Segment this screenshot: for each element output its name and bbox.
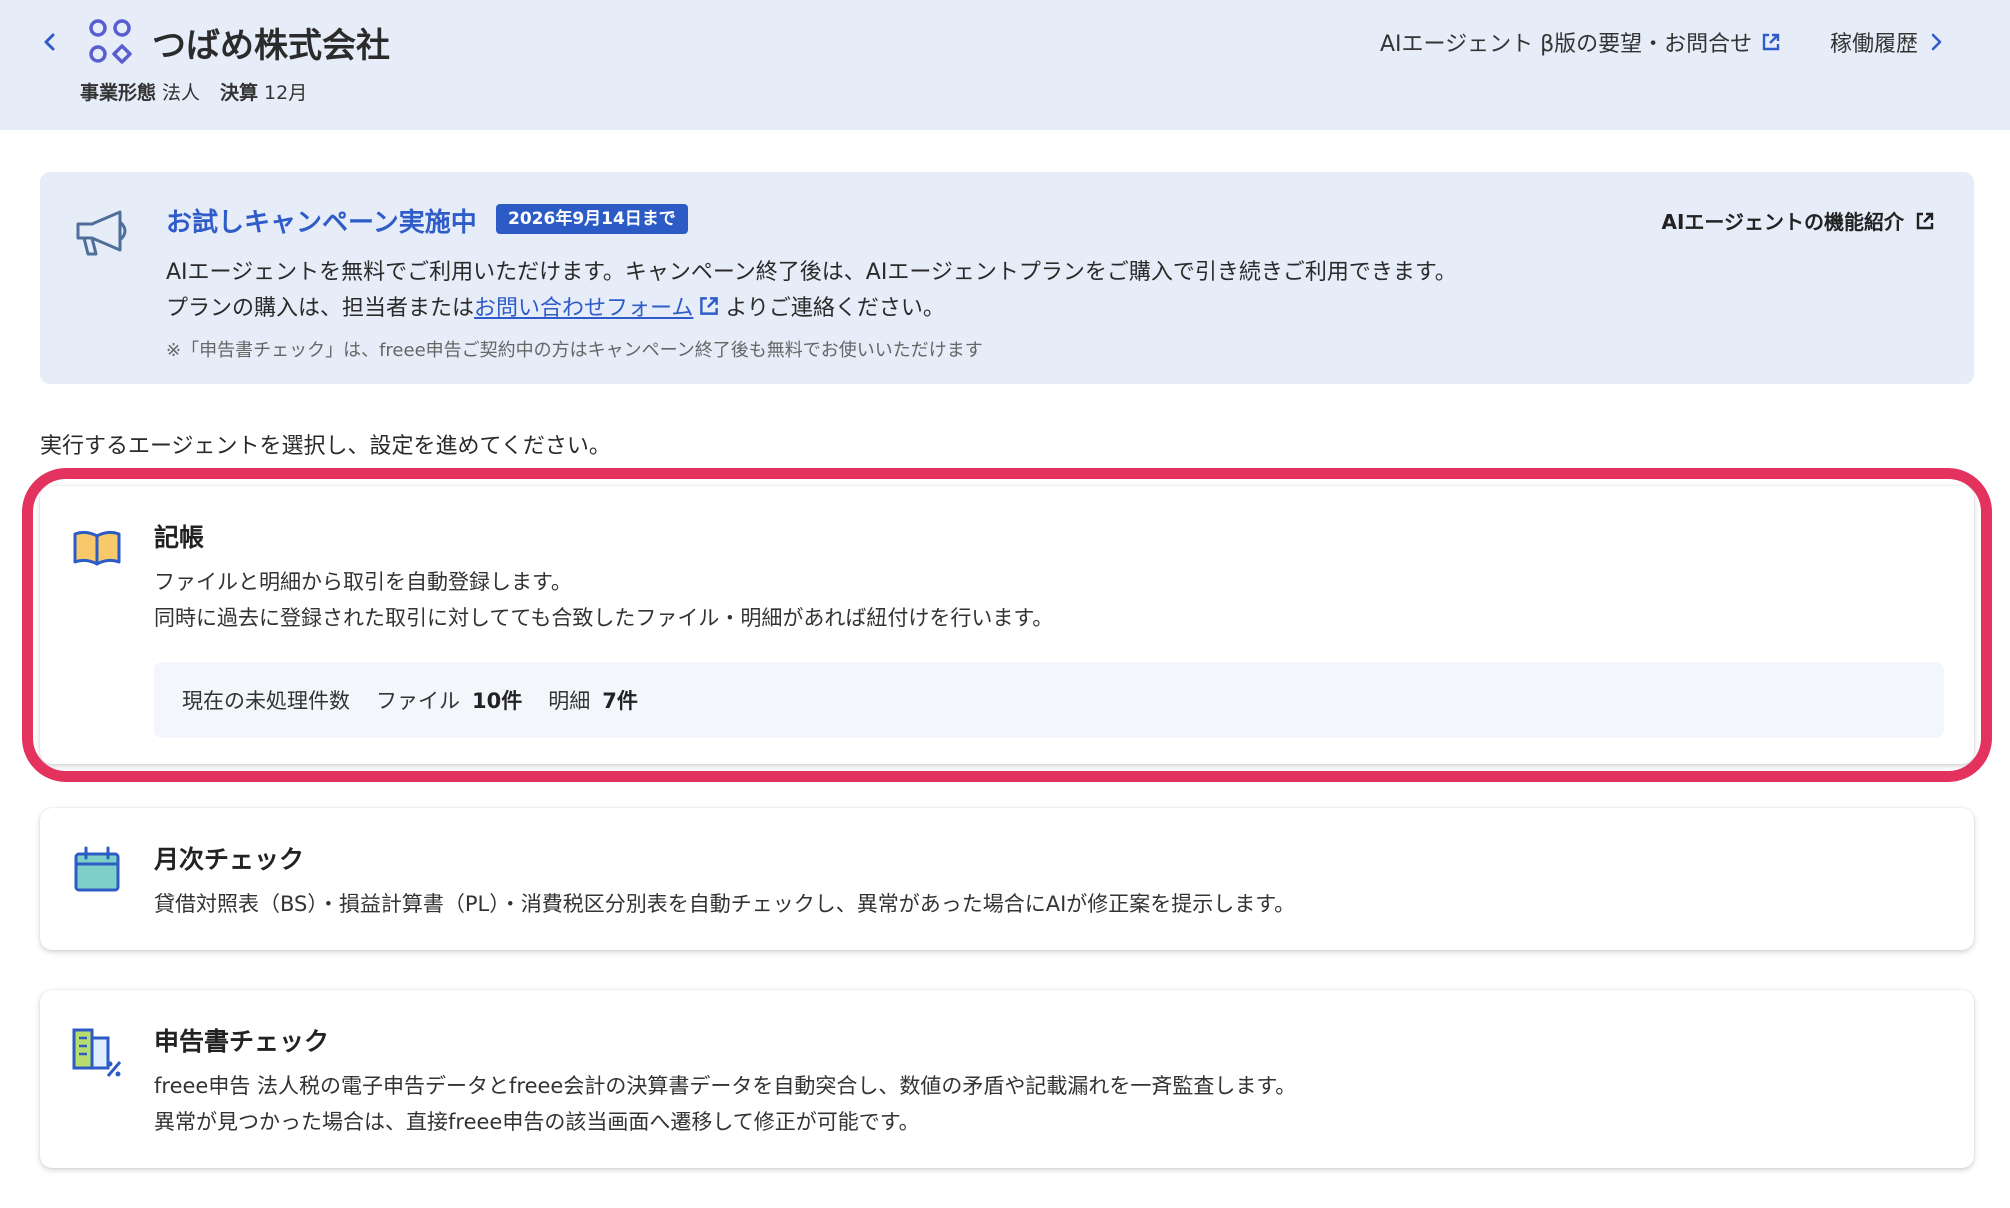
feature-intro-label: AIエージェントの機能紹介	[1661, 210, 1904, 234]
agent-card-tax-return-check[interactable]: 申告書チェック freee申告 法人税の電子申告データとfreee会計の決算書デ…	[40, 990, 1974, 1168]
page-header: つばめ株式会社 事業形態 法人 決算 12月 AIエージェント β版の要望・お問合せ …	[0, 0, 2010, 130]
agent-title: 記帳	[154, 523, 205, 552]
back-chevron-icon[interactable]	[38, 30, 62, 54]
company-name: つばめ株式会社	[152, 26, 390, 66]
statements-label: 明細	[548, 689, 591, 713]
feature-intro-link[interactable]: AIエージェントの機能紹介	[1661, 206, 1936, 235]
files-label: ファイル	[376, 689, 460, 713]
agent-description-line: 貸借対照表（BS）・損益計算書（PL）・消費税区分別表を自動チェックし、異常があ…	[154, 892, 1296, 916]
statements-count: 7件	[602, 689, 638, 713]
chevron-right-icon	[1931, 33, 1942, 51]
agent-description-line: ファイルと明細から取引を自動登録します。	[154, 570, 572, 594]
feedback-link[interactable]: AIエージェント β版の要望・お問合せ	[1380, 26, 1782, 58]
purchase-instructions: プランの購入は、担当者または お問い合わせフォーム よりご連絡ください。	[166, 290, 945, 322]
agent-description: freee申告 法人税の電子申告データとfreee会計の決算書データを自動突合し…	[154, 1068, 1296, 1140]
files-count: 10件	[472, 689, 523, 713]
book-icon	[73, 530, 121, 566]
campaign-banner: お試しキャンペーン実施中 2026年9月14日まで AIエージェントの機能紹介 …	[40, 172, 1974, 384]
instruction-text: 実行するエージェントを選択し、設定を進めてください。	[40, 434, 611, 459]
pending-label: 現在の未処理件数	[182, 689, 350, 713]
agent-title: 申告書チェック	[154, 1027, 330, 1056]
fiscal-value: 12月	[264, 82, 308, 104]
agent-description-line: 異常が見つかった場合は、直接freee申告の該当画面へ遷移して修正が可能です。	[154, 1110, 920, 1134]
campaign-title: お試しキャンペーン実施中	[166, 208, 477, 238]
company-logo-icon	[89, 19, 132, 64]
business-type-value: 法人	[162, 82, 201, 104]
feedback-link-label: AIエージェント β版の要望・お問合せ	[1380, 32, 1753, 57]
agent-description-line: 同時に過去に登録された取引に対してても合致したファイル・明細があれば紐付けを行い…	[154, 606, 1054, 630]
megaphone-icon	[76, 210, 127, 256]
business-type-label: 事業形態	[80, 82, 157, 104]
history-link-label: 稼働履歴	[1830, 32, 1919, 57]
pending-count-box: 現在の未処理件数 ファイル 10件 明細 7件	[154, 662, 1944, 738]
company-meta: 事業形態 法人 決算 12月	[80, 78, 307, 105]
purchase-prefix: プランの購入は、担当者または	[166, 296, 475, 321]
external-link-icon	[1762, 33, 1780, 51]
external-link-icon	[700, 297, 719, 315]
agent-card-monthly-check[interactable]: 月次チェック 貸借対照表（BS）・損益計算書（PL）・消費税区分別表を自動チェッ…	[40, 808, 1974, 950]
tax-document-icon	[72, 1028, 122, 1077]
campaign-description: AIエージェントを無料でご利用いただけます。キャンペーン終了後は、AIエージェン…	[166, 260, 1457, 285]
agent-description: 貸借対照表（BS）・損益計算書（PL）・消費税区分別表を自動チェックし、異常があ…	[154, 886, 1295, 922]
purchase-suffix: よりご連絡ください。	[725, 296, 945, 321]
agent-title: 月次チェック	[154, 845, 305, 874]
calendar-icon	[74, 846, 120, 892]
history-link[interactable]: 稼働履歴	[1830, 26, 1946, 58]
fiscal-label: 決算	[220, 82, 259, 104]
agent-description-line: freee申告 法人税の電子申告データとfreee会計の決算書データを自動突合し…	[154, 1074, 1297, 1098]
external-link-icon	[1916, 212, 1934, 229]
contact-form-link[interactable]: お問い合わせフォーム	[474, 290, 693, 322]
agent-card-bookkeeping[interactable]: 記帳 ファイルと明細から取引を自動登録します。 同時に過去に登録された取引に対し…	[40, 486, 1974, 764]
agent-description: ファイルと明細から取引を自動登録します。 同時に過去に登録された取引に対してても…	[154, 564, 1053, 636]
campaign-note: ※「申告書チェック」は、freee申告ご契約中の方はキャンペーン終了後も無料でお…	[166, 340, 983, 361]
campaign-deadline-badge: 2026年9月14日まで	[496, 204, 688, 234]
